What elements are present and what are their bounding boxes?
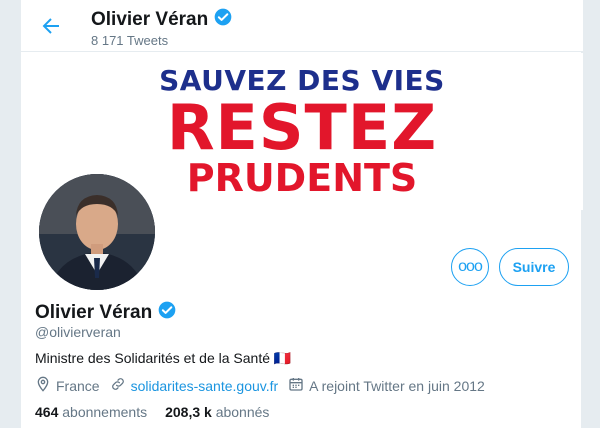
profile-meta: France solidarites-sante.gouv.fr A rejoi…	[35, 376, 495, 395]
followers-stat[interactable]: 208,3 k abonnés	[165, 404, 269, 420]
following-label: abonnements	[62, 404, 148, 420]
profile-name: Olivier Véran	[35, 302, 153, 323]
location-item: France	[35, 376, 100, 395]
profile-name-row: Olivier Véran	[35, 300, 177, 326]
calendar-icon	[288, 376, 304, 395]
followers-count: 208,3 k	[165, 404, 212, 420]
more-options-button[interactable]: ooo	[451, 248, 489, 286]
header-name: Olivier Véran	[91, 9, 209, 30]
profile-handle: @olivierveran	[35, 324, 121, 340]
joined-text: A rejoint Twitter en juin 2012	[309, 377, 485, 394]
profile-bio: Ministre des Solidarités et de la Santé …	[35, 350, 292, 366]
header-name-row: Olivier Véran	[91, 7, 233, 33]
website-link[interactable]: solidarites-sante.gouv.fr	[131, 378, 279, 394]
website-item[interactable]: solidarites-sante.gouv.fr	[110, 376, 279, 395]
avatar[interactable]	[35, 170, 159, 294]
location-text: France	[56, 377, 100, 394]
followers-label: abonnés	[215, 404, 270, 420]
location-pin-icon	[35, 376, 51, 395]
avatar-photo	[39, 174, 155, 290]
following-stat[interactable]: 464 abonnements	[35, 404, 147, 420]
following-count: 464	[35, 404, 59, 420]
profile-header: Olivier Véran 8 171 Tweets	[21, 0, 583, 52]
profile-page: Olivier Véran 8 171 Tweets SAUVEZ DES VI…	[20, 0, 583, 428]
banner-line-2: RESTEZ	[166, 91, 438, 164]
link-icon	[110, 376, 126, 395]
verified-badge-icon	[157, 300, 177, 326]
joined-item: A rejoint Twitter en juin 2012	[288, 376, 485, 395]
back-arrow-icon[interactable]	[39, 14, 63, 38]
follow-button[interactable]: Suivre	[499, 248, 569, 286]
profile-stats: 464 abonnements 208,3 k abonnés	[35, 404, 269, 420]
verified-badge-icon	[213, 7, 233, 33]
tweet-count: 8 171 Tweets	[91, 33, 169, 48]
